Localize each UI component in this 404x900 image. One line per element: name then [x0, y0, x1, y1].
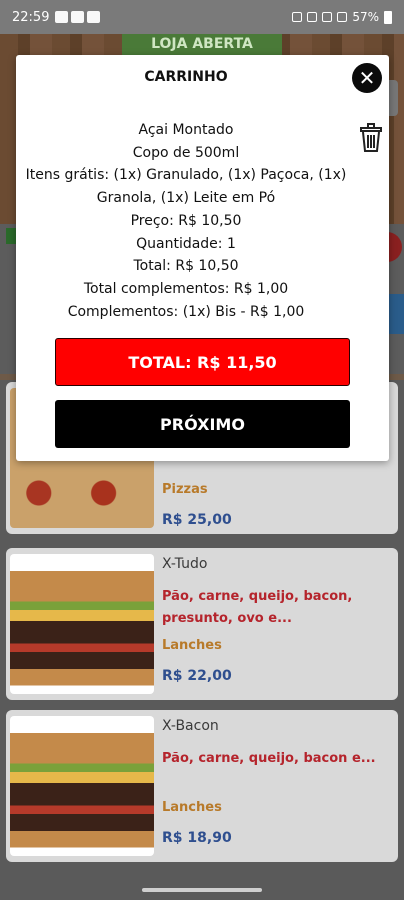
item-quantity: Quantidade: 1	[136, 235, 236, 252]
product-category: Lanches	[162, 800, 222, 815]
battery-icon	[384, 10, 392, 24]
cart-item-details: Açai Montado Copo de 500ml Itens grátis:…	[16, 119, 356, 323]
signal-icon	[337, 12, 348, 22]
trash-icon	[360, 123, 382, 152]
product-category: Lanches	[162, 638, 222, 653]
close-button[interactable]: ✕	[352, 63, 382, 93]
product-category: Pizzas	[162, 482, 208, 497]
product-card[interactable]: X-Tudo Pão, carne, queijo, bacon, presun…	[6, 548, 398, 700]
wifi-icon	[322, 12, 333, 22]
mute-icon	[307, 12, 318, 22]
lock-icon	[292, 12, 303, 22]
item-name: Açai Montado	[138, 122, 234, 138]
battery-percent: 57%	[352, 10, 379, 24]
status-bar: 22:59 57%	[0, 0, 404, 34]
whatsapp-icon	[55, 11, 69, 23]
complements-total: Total complementos: R$ 1,00	[83, 280, 289, 297]
status-time: 22:59	[12, 9, 50, 25]
cart-modal: CARRINHO ✕ Açai Montado Copo de 500ml It…	[16, 55, 389, 461]
free-items-line: Granola, (1x) Leite em Pó	[96, 190, 276, 207]
status-right: 57%	[292, 10, 392, 24]
product-name: X-Bacon	[162, 718, 219, 734]
next-button[interactable]: PRÓXIMO	[55, 400, 350, 448]
product-price: R$ 22,00	[162, 668, 232, 684]
cart-title: CARRINHO	[144, 69, 228, 85]
total-button[interactable]: TOTAL: R$ 11,50	[55, 338, 350, 386]
burger-image	[10, 716, 154, 856]
complements-list: Complementos: (1x) Bis - R$ 1,00	[67, 303, 305, 320]
free-items-line: Itens grátis: (1x) Granulado, (1x) Paçoc…	[25, 167, 347, 184]
product-name: X-Tudo	[162, 556, 208, 572]
navigation-handle[interactable]	[142, 888, 262, 892]
product-price: R$ 25,00	[162, 512, 232, 528]
close-icon: ✕	[358, 66, 376, 90]
product-description: Pão, carne, queijo, bacon e...	[162, 751, 376, 766]
notification-icon	[87, 11, 101, 23]
notification-icon	[71, 11, 85, 23]
item-total: Total: R$ 10,50	[133, 258, 239, 275]
item-size: Copo de 500ml	[132, 144, 240, 161]
burger-image	[10, 554, 154, 694]
product-price: R$ 18,90	[162, 830, 232, 846]
item-price: Preço: R$ 10,50	[130, 212, 242, 229]
product-card[interactable]: X-Bacon Pão, carne, queijo, bacon e... L…	[6, 710, 398, 862]
remove-item-button[interactable]	[358, 121, 384, 153]
product-description: Pão, carne, queijo, bacon, presunto, ovo…	[162, 589, 353, 626]
